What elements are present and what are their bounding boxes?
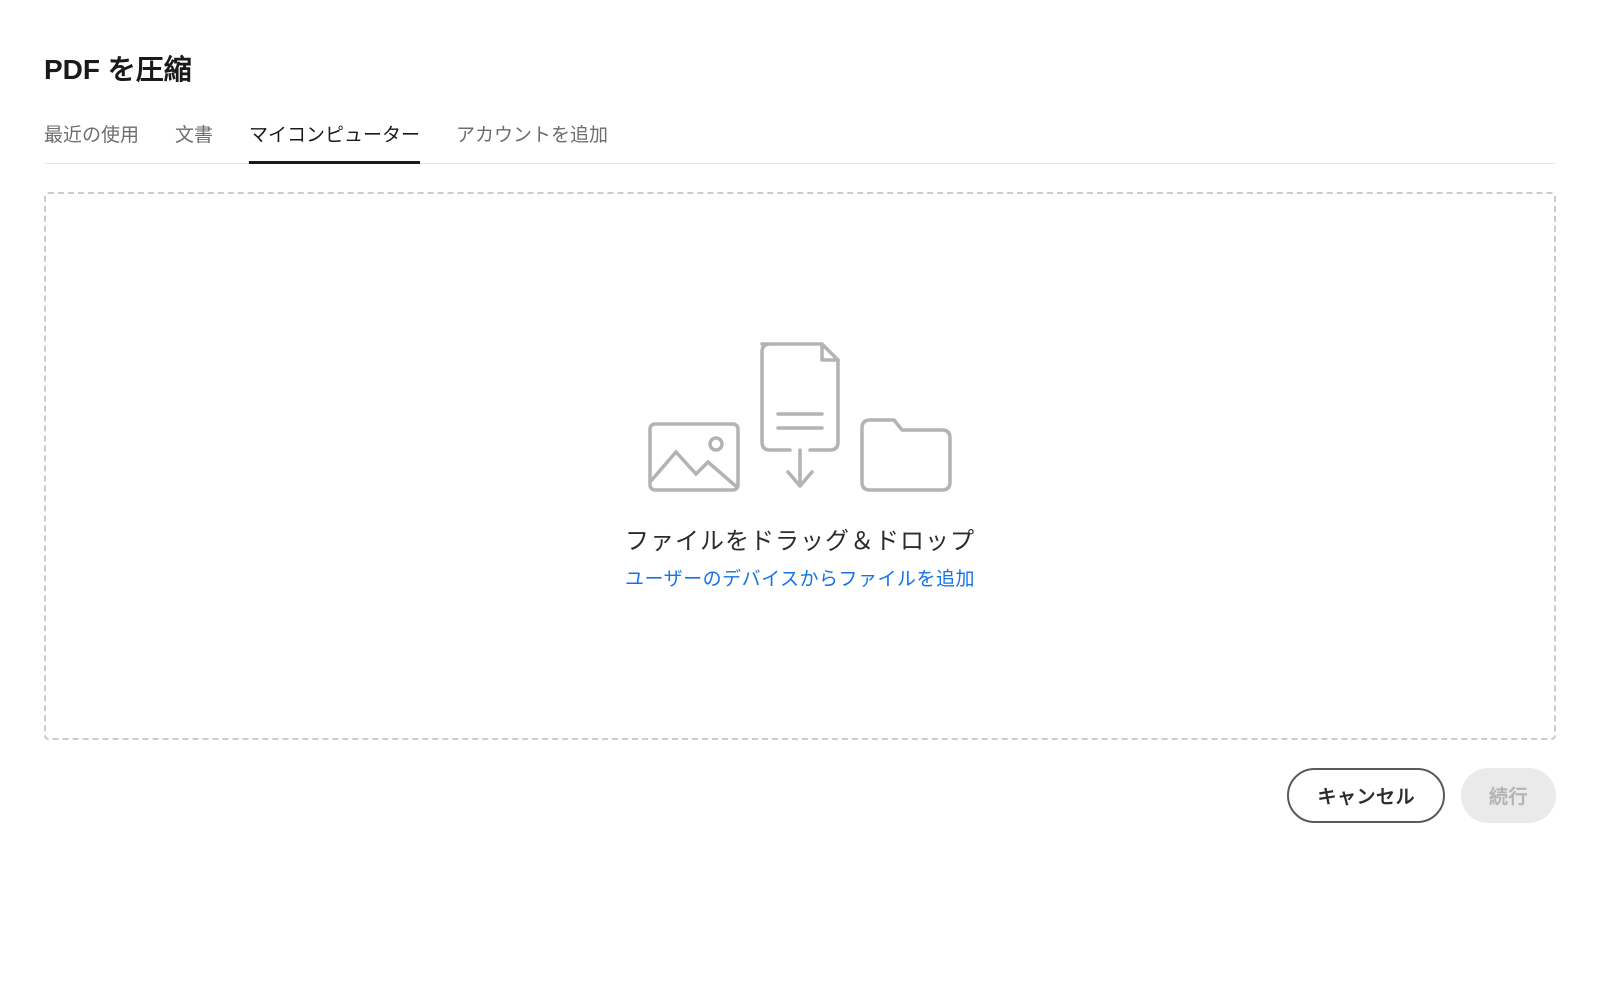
tab-recent[interactable]: 最近の使用 — [44, 120, 139, 164]
dropzone-heading: ファイルをドラッグ＆ドロップ — [625, 521, 975, 556]
dropzone-icon-group — [648, 342, 952, 497]
file-dropzone[interactable]: ファイルをドラッグ＆ドロップ ユーザーのデバイスからファイルを追加 — [44, 192, 1556, 740]
tabs-container: 最近の使用 文書 マイコンピューター アカウントを追加 — [44, 120, 1556, 164]
page-title: PDF を圧縮 — [44, 48, 1556, 88]
tab-documents[interactable]: 文書 — [175, 120, 213, 164]
tab-my-computer[interactable]: マイコンピューター — [249, 120, 420, 164]
cancel-button[interactable]: キャンセル — [1287, 768, 1445, 823]
add-file-link[interactable]: ユーザーのデバイスからファイルを追加 — [625, 564, 975, 591]
document-download-icon — [752, 342, 848, 497]
footer: キャンセル 続行 — [0, 740, 1600, 823]
folder-icon — [860, 418, 952, 497]
image-icon — [648, 422, 740, 497]
continue-button: 続行 — [1461, 768, 1556, 823]
tab-add-account[interactable]: アカウントを追加 — [456, 120, 608, 164]
